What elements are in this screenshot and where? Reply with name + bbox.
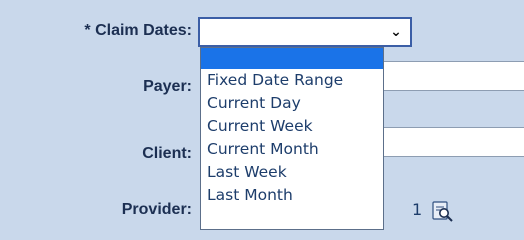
dropdown-option-current-week[interactable]: Current Week bbox=[201, 115, 383, 138]
lookup-icon-graphic bbox=[432, 201, 453, 222]
lookup-icon[interactable] bbox=[432, 200, 454, 222]
dropdown-option-current-month[interactable]: Current Month bbox=[201, 138, 383, 161]
provider-value: 1 bbox=[412, 200, 423, 219]
dropdown-option-blank[interactable] bbox=[201, 48, 383, 69]
claim-dates-select[interactable]: ⌄ bbox=[198, 17, 412, 47]
claim-search-form: * Claim Dates: ⌄ Payer: Client: Provider… bbox=[0, 0, 524, 240]
dropdown-option-fixed-date-range[interactable]: Fixed Date Range bbox=[201, 69, 383, 92]
dropdown-option-last-week[interactable]: Last Week bbox=[201, 161, 383, 184]
dropdown-option-current-day[interactable]: Current Day bbox=[201, 92, 383, 115]
provider-label: Provider: bbox=[121, 201, 192, 218]
chevron-down-icon: ⌄ bbox=[390, 24, 402, 40]
claim-dates-label: * Claim Dates: bbox=[84, 22, 192, 39]
claim-dates-dropdown: Fixed Date Range Current Day Current Wee… bbox=[200, 47, 384, 230]
dropdown-option-last-month[interactable]: Last Month bbox=[201, 184, 383, 207]
client-label: Client: bbox=[142, 145, 192, 162]
payer-label: Payer: bbox=[143, 78, 192, 95]
